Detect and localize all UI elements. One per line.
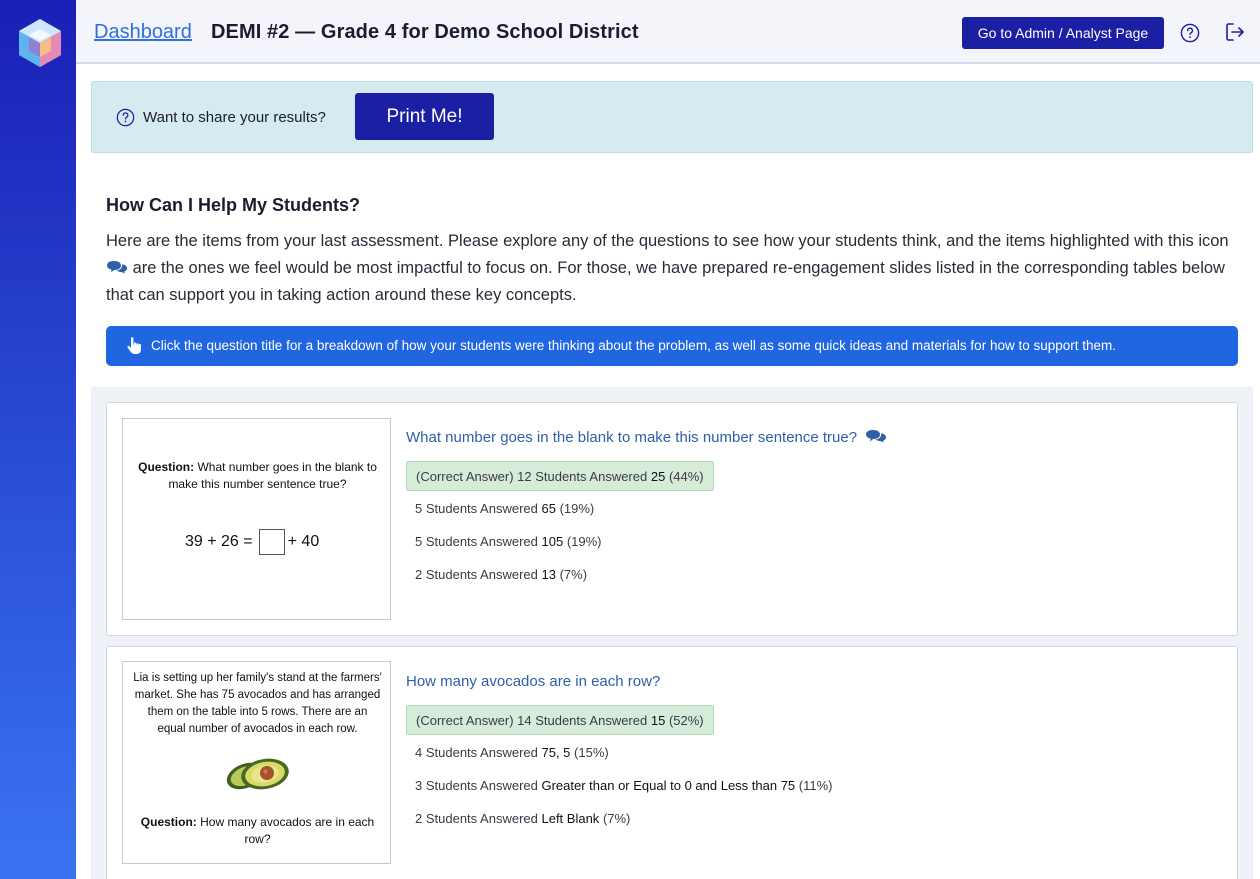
answer-value: 75, 5 bbox=[541, 745, 571, 760]
sidebar bbox=[0, 0, 76, 879]
answer-percent: (19%) bbox=[566, 534, 602, 549]
help-paragraph-part2: are the ones we feel would be most impac… bbox=[106, 259, 1225, 304]
logout-icon[interactable] bbox=[1224, 21, 1246, 43]
question-label: Question: bbox=[138, 460, 195, 474]
answer-percent: (15%) bbox=[574, 745, 609, 760]
question-title-link[interactable]: What number goes in the blank to make th… bbox=[406, 429, 887, 446]
answer-row-correct: (Correct Answer) 14 Students Answered 15… bbox=[406, 705, 714, 735]
answer-row: 2 Students Answered Left Blank (7%) bbox=[406, 804, 639, 834]
answer-value: 65 bbox=[541, 501, 556, 516]
question-body: What number goes in the blank to make th… bbox=[168, 460, 377, 491]
answer-percent: (7%) bbox=[602, 811, 631, 826]
logo-cube-icon[interactable] bbox=[17, 17, 63, 69]
instruction-bar: Click the question title for a breakdown… bbox=[106, 326, 1238, 366]
answer-row: 5 Students Answered 105 (19%) bbox=[406, 527, 611, 557]
answer-value: 15 bbox=[650, 713, 666, 728]
page-title: DEMI #2 — Grade 4 for Demo School Distri… bbox=[211, 21, 639, 43]
answer-percent: (7%) bbox=[559, 567, 588, 582]
answer-prefix: 2 Students Answered bbox=[415, 811, 538, 826]
instruction-text: Click the question title for a breakdown… bbox=[151, 338, 1117, 353]
blank-box bbox=[258, 529, 285, 555]
question-title-link[interactable]: How many avocados are in each row? bbox=[406, 673, 660, 690]
number-sentence: 39 + 26 = + 40 bbox=[185, 529, 319, 555]
help-icon[interactable] bbox=[1180, 23, 1200, 43]
thumbnail-question-text: Question: What number goes in the blank … bbox=[133, 459, 382, 493]
answer-value: 13 bbox=[541, 567, 556, 582]
chat-bubbles-icon bbox=[866, 430, 887, 443]
help-paragraph: Here are the items from your last assess… bbox=[106, 228, 1246, 309]
answer-prefix: 2 Students Answered bbox=[415, 567, 538, 582]
answer-value: 25 bbox=[650, 469, 666, 484]
answer-prefix: (Correct Answer) 14 Students Answered bbox=[416, 713, 648, 728]
answer-prefix: 5 Students Answered bbox=[415, 501, 538, 516]
thumbnail-question-text: Question: How many avocados are in each … bbox=[133, 814, 382, 848]
question-title-text: How many avocados are in each row? bbox=[406, 673, 661, 690]
print-button[interactable]: Print Me! bbox=[355, 93, 494, 140]
admin-analyst-button[interactable]: Go to Admin / Analyst Page bbox=[962, 17, 1164, 49]
answer-value: 105 bbox=[541, 534, 564, 549]
answer-row: 3 Students Answered Greater than or Equa… bbox=[406, 771, 842, 801]
answer-prefix: 5 Students Answered bbox=[415, 534, 538, 549]
answer-percent: (19%) bbox=[559, 501, 595, 516]
item-card: Lia is setting up her family's stand at … bbox=[106, 646, 1238, 879]
answer-percent: (11%) bbox=[798, 778, 833, 793]
answer-prefix: 4 Students Answered bbox=[415, 745, 538, 760]
answer-row: 2 Students Answered 13 (7%) bbox=[406, 560, 596, 590]
help-section-title: How Can I Help My Students? bbox=[106, 195, 361, 215]
question-thumbnail[interactable]: Lia is setting up her family's stand at … bbox=[122, 661, 391, 864]
answer-row-correct: (Correct Answer) 12 Students Answered 25… bbox=[406, 461, 714, 491]
pointer-hand-icon bbox=[127, 337, 141, 354]
answer-value: Left Blank bbox=[541, 811, 600, 826]
answer-value: Greater than or Equal to 0 and Less than… bbox=[541, 778, 796, 793]
answer-prefix: 3 Students Answered bbox=[415, 778, 538, 793]
question-circle-icon bbox=[116, 108, 135, 127]
dashboard-link[interactable]: Dashboard bbox=[94, 21, 192, 44]
question-label: Question: bbox=[140, 815, 197, 829]
question-body: How many avocados are in each row? bbox=[200, 815, 375, 846]
share-text: Want to share your results? bbox=[143, 109, 326, 126]
equation-left: 39 + 26 = bbox=[185, 533, 253, 550]
answer-prefix: (Correct Answer) 12 Students Answered bbox=[416, 469, 648, 484]
help-paragraph-part1: Here are the items from your last assess… bbox=[106, 232, 1229, 250]
items-list: Question: What number goes in the blank … bbox=[91, 387, 1253, 879]
question-thumbnail[interactable]: Question: What number goes in the blank … bbox=[122, 418, 391, 620]
item-card: Question: What number goes in the blank … bbox=[106, 402, 1238, 636]
top-bar: Dashboard DEMI #2 — Grade 4 for Demo Sch… bbox=[76, 0, 1260, 64]
share-banner: Want to share your results? Print Me! bbox=[91, 81, 1253, 153]
equation-right: + 40 bbox=[287, 533, 320, 550]
thumbnail-story-text: Lia is setting up her family's stand at … bbox=[133, 672, 382, 735]
answer-row: 4 Students Answered 75, 5 (15%) bbox=[406, 738, 618, 768]
answer-row: 5 Students Answered 65 (19%) bbox=[406, 494, 603, 524]
question-title-text: What number goes in the blank to make th… bbox=[406, 429, 858, 446]
answer-percent: (52%) bbox=[668, 713, 704, 728]
answer-percent: (44%) bbox=[668, 469, 704, 484]
avocado-image bbox=[226, 758, 289, 790]
chat-bubbles-icon bbox=[107, 261, 127, 274]
